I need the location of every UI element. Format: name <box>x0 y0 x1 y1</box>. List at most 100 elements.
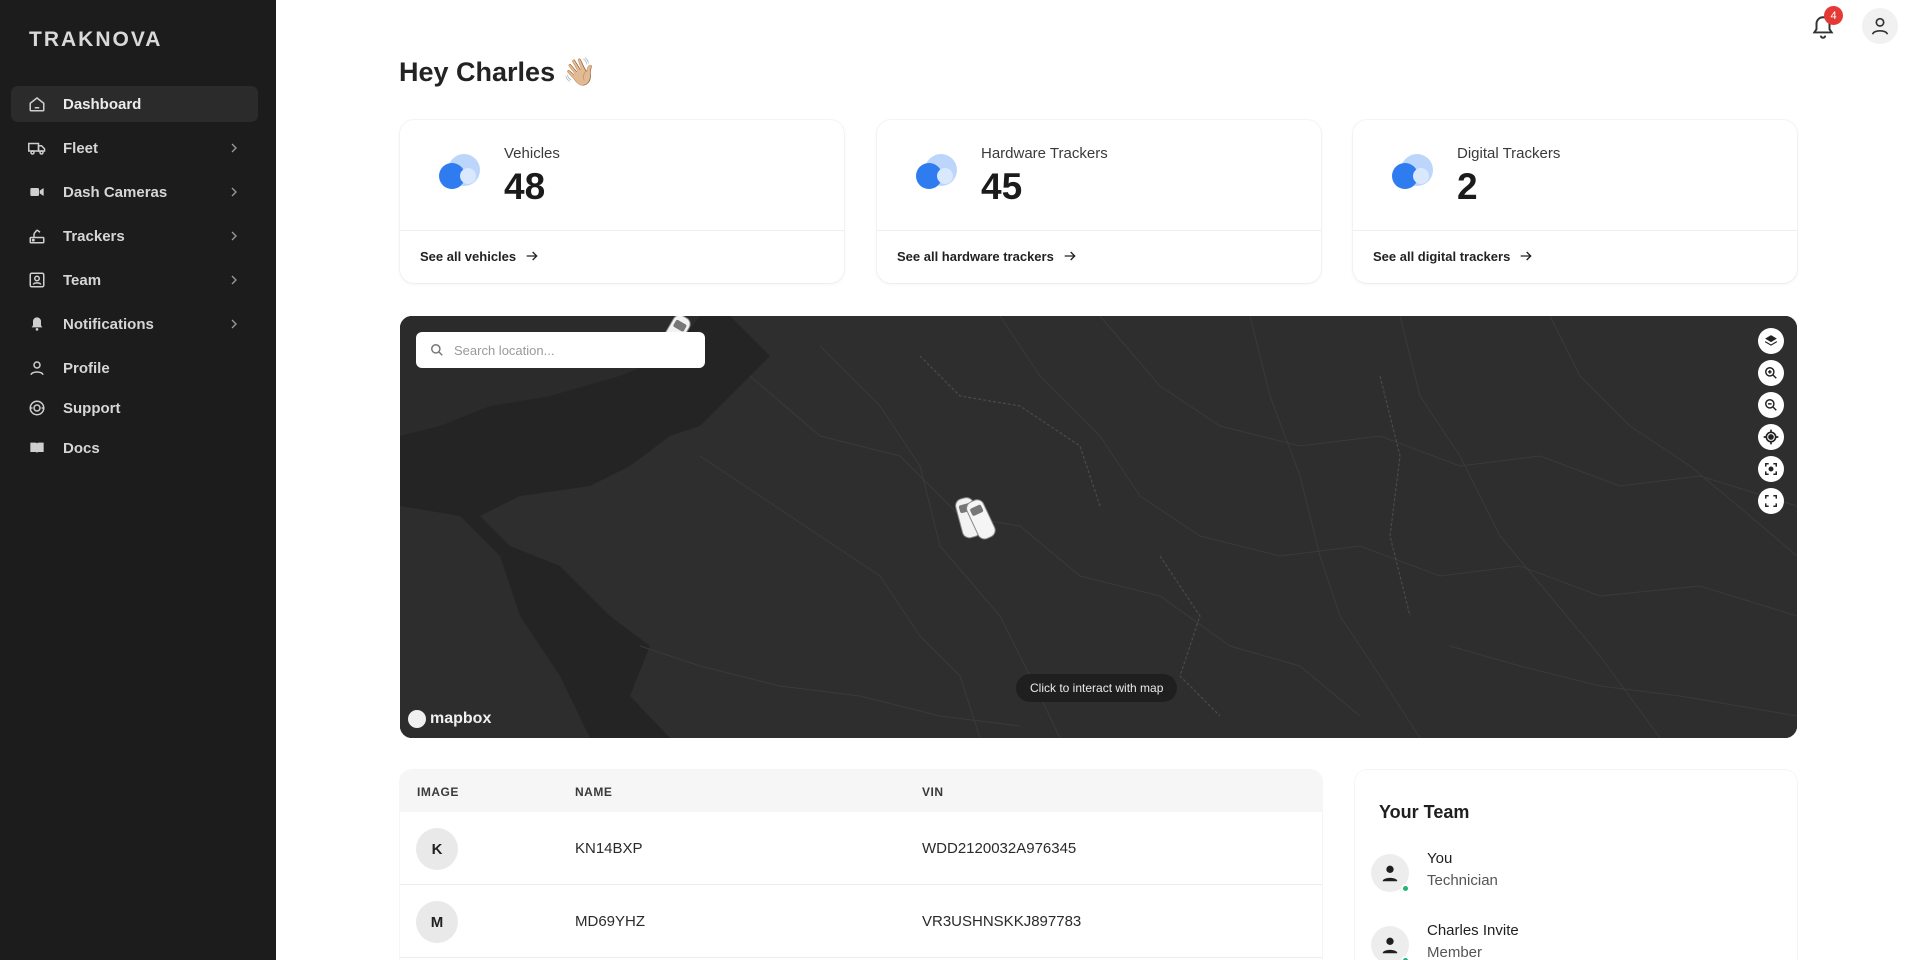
locate-icon <box>1763 429 1779 445</box>
stat-value: 2 <box>1457 166 1478 207</box>
zoom-out-icon <box>1765 399 1777 411</box>
team-member[interactable]: Charles Invite Member <box>1371 920 1771 960</box>
vehicle-name: MD69YHZ <box>575 913 646 930</box>
chevron-right-icon <box>231 231 237 241</box>
sidebar-item-label: Profile <box>63 359 110 377</box>
sidebar-item-label: Docs <box>63 439 100 457</box>
stat-label: Hardware Trackers <box>981 145 1108 162</box>
vehicle-cluster-icon[interactable] <box>950 488 1000 554</box>
chevron-right-icon <box>231 319 237 329</box>
user-menu-button[interactable] <box>1862 8 1898 44</box>
stat-label: Vehicles <box>504 145 560 162</box>
chevron-right-icon <box>231 187 237 197</box>
notification-count-badge: 4 <box>1824 6 1843 25</box>
stat-value: 45 <box>981 166 1023 207</box>
link-label: See all digital trackers <box>1373 248 1511 264</box>
sidebar-item-dash-cameras[interactable]: Dash Cameras <box>11 174 258 210</box>
person-icon <box>1382 937 1398 954</box>
sidebar-item-label: Dashboard <box>63 95 142 113</box>
team-member[interactable]: You Technician <box>1371 848 1771 898</box>
stat-card-vehicles: Vehicles 48 See all vehicles <box>400 120 844 283</box>
blob-icon <box>439 154 480 189</box>
stat-card-hardware-trackers: Hardware Trackers 45 See all hardware tr… <box>877 120 1321 283</box>
map-zoom-in-button[interactable] <box>1758 360 1784 386</box>
sidebar-item-label: Support <box>63 399 121 417</box>
see-all-hardware-trackers-link[interactable]: See all hardware trackers <box>897 248 1078 264</box>
vehicle-vin: VR3USHNSKKJ897783 <box>922 913 1082 930</box>
see-all-vehicles-link[interactable]: See all vehicles <box>420 248 540 264</box>
link-label: See all vehicles <box>420 248 517 264</box>
sidebar-item-team[interactable]: Team <box>11 262 258 298</box>
sidebar-item-trackers[interactable]: Trackers <box>11 218 258 254</box>
member-name: Charles Invite <box>1427 922 1519 939</box>
page-title: Hey Charles 👋🏼 <box>399 57 597 87</box>
stat-value: 48 <box>504 166 546 207</box>
fleet-map[interactable]: Search location... Click to interact wit… <box>400 316 1797 738</box>
table-row[interactable]: K KN14BXP WDD2120032A976345 <box>400 812 1322 885</box>
online-status-dot <box>1401 956 1410 960</box>
sidebar-item-docs[interactable]: Docs <box>11 430 258 466</box>
link-label: See all hardware trackers <box>897 248 1054 264</box>
home-icon <box>27 94 47 114</box>
table-header: IMAGE NAME VIN <box>400 770 1322 812</box>
person-icon <box>27 358 47 378</box>
team-title: Your Team <box>1379 802 1470 822</box>
team-panel: Your Team You Technician Charles Invite … <box>1355 770 1797 960</box>
sidebar-item-notifications[interactable]: Notifications <box>11 306 258 342</box>
person-icon <box>1382 865 1398 882</box>
vehicle-avatar: K <box>416 828 458 870</box>
chevron-right-icon <box>231 143 237 153</box>
map-interact-hint[interactable]: Click to interact with map <box>1016 674 1178 702</box>
vehicle-avatar: M <box>416 901 458 943</box>
column-header-name: NAME <box>575 785 613 799</box>
contact-card-icon <box>27 270 47 290</box>
stat-card-digital-trackers: Digital Trackers 2 See all digital track… <box>1353 120 1797 283</box>
map-fullscreen-button[interactable] <box>1758 488 1784 514</box>
column-header-vin: VIN <box>922 785 944 799</box>
blob-icon <box>916 154 957 189</box>
map-search-input[interactable]: Search location... <box>416 332 705 368</box>
map-zoom-out-button[interactable] <box>1758 392 1784 418</box>
vehicles-table: IMAGE NAME VIN K KN14BXP WDD2120032A9763… <box>400 770 1322 960</box>
mapbox-attribution[interactable]: mapbox <box>408 710 491 728</box>
arrow-right-icon <box>1064 251 1076 261</box>
card-divider <box>400 230 844 231</box>
support-icon <box>27 398 47 418</box>
map-locate-button[interactable] <box>1758 424 1784 450</box>
map-layers-button[interactable] <box>1758 328 1784 354</box>
map-focus-button[interactable] <box>1758 456 1784 482</box>
zoom-in-icon <box>1765 367 1777 379</box>
sidebar-item-dashboard[interactable]: Dashboard <box>11 86 258 122</box>
sidebar-item-label: Fleet <box>63 139 99 157</box>
tracker-icon <box>27 226 47 246</box>
user-icon <box>1871 17 1889 35</box>
mapbox-label: mapbox <box>430 710 492 727</box>
stat-label: Digital Trackers <box>1457 145 1561 162</box>
mapbox-logo-icon <box>408 710 426 728</box>
search-icon <box>431 344 443 356</box>
search-placeholder: Search location... <box>454 342 555 358</box>
layers-icon <box>1764 335 1778 346</box>
see-all-digital-trackers-link[interactable]: See all digital trackers <box>1373 248 1534 264</box>
vehicle-name: KN14BXP <box>575 840 643 857</box>
column-header-image: IMAGE <box>417 785 459 799</box>
app-logo[interactable]: TRAKNOVA <box>29 28 162 52</box>
member-avatar <box>1371 926 1409 960</box>
member-name: You <box>1427 850 1453 867</box>
sidebar-item-support[interactable]: Support <box>11 390 258 426</box>
chevron-right-icon <box>231 275 237 285</box>
sidebar-item-label: Trackers <box>63 227 125 245</box>
sidebar-nav: Dashboard Fleet Dash Cameras Trackers Te… <box>11 86 258 470</box>
truck-icon <box>27 138 47 158</box>
arrow-right-icon <box>526 251 538 261</box>
bell-icon <box>27 314 47 334</box>
sidebar-item-profile[interactable]: Profile <box>11 350 258 386</box>
sidebar-item-fleet[interactable]: Fleet <box>11 130 258 166</box>
sidebar-item-label: Team <box>63 271 102 289</box>
member-role: Technician <box>1427 872 1498 889</box>
online-status-dot <box>1401 884 1410 893</box>
vehicle-vin: WDD2120032A976345 <box>922 840 1077 857</box>
arrow-right-icon <box>1520 251 1532 261</box>
sidebar-item-label: Notifications <box>63 315 154 333</box>
table-row[interactable]: M MD69YHZ VR3USHNSKKJ897783 <box>400 885 1322 958</box>
